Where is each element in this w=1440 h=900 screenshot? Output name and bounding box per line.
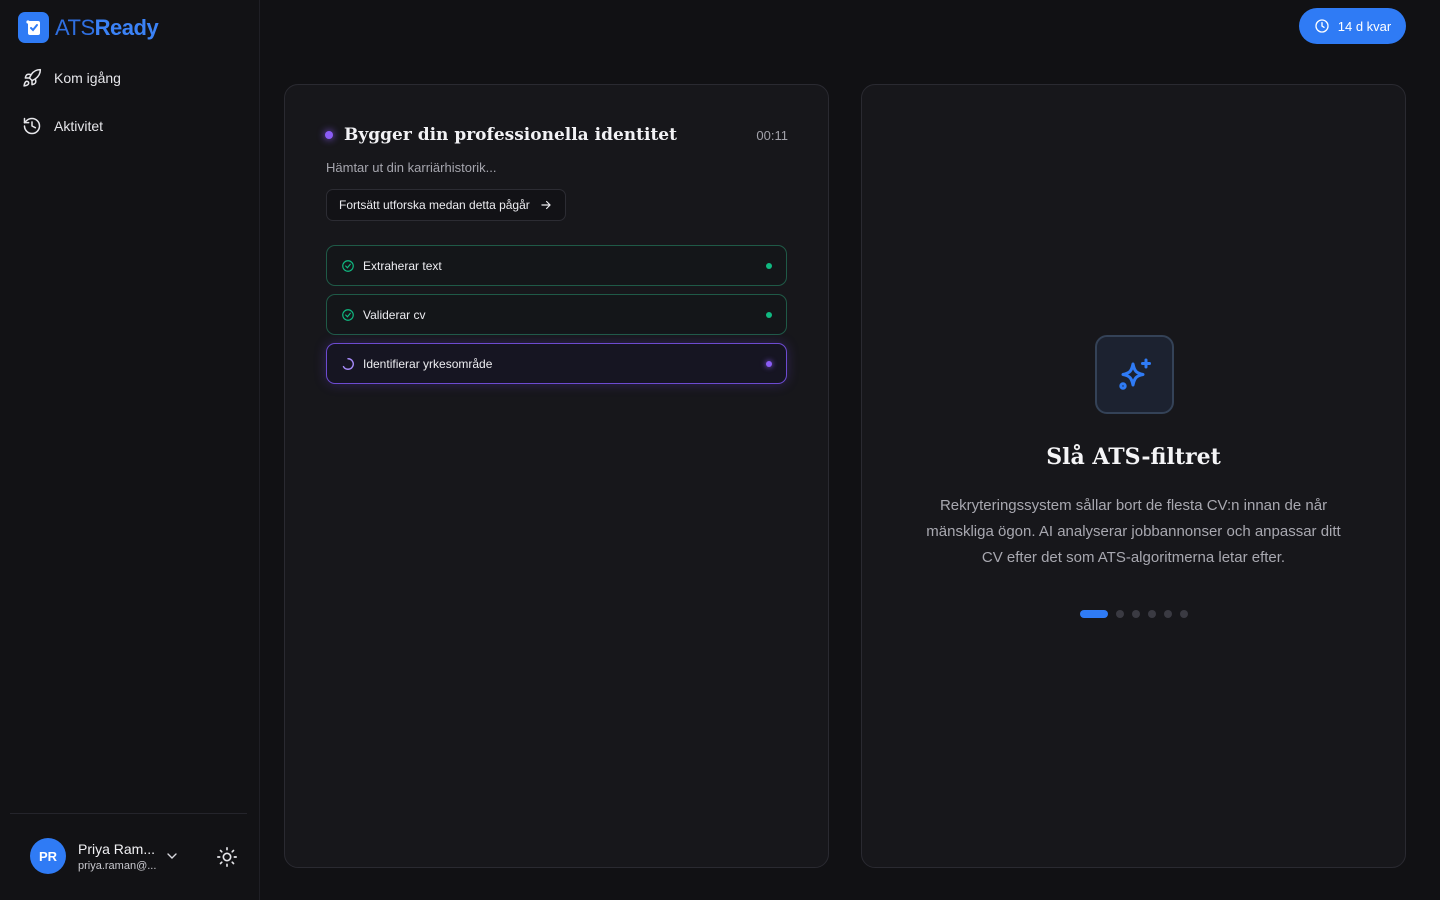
carousel-dot[interactable] xyxy=(1163,610,1172,618)
sidebar: ATSReady Kom igång Aktivitet PR Priya Ra… xyxy=(0,0,260,900)
step-status-dot xyxy=(766,262,772,269)
brand-logo[interactable]: ATSReady xyxy=(18,12,159,43)
carousel-dot[interactable] xyxy=(1131,610,1140,618)
processing-subtitle: Hämtar ut din karriärhistorik... xyxy=(326,160,497,175)
continue-exploring-label: Fortsätt utforska medan detta pågår xyxy=(339,198,530,212)
step-validate-cv: Validerar cv xyxy=(326,294,787,335)
step-status-dot xyxy=(766,311,772,318)
step-extract-text: Extraherar text xyxy=(326,245,787,286)
processing-card: Bygger din professionella identitet 00:1… xyxy=(284,84,829,868)
sidebar-item-label: Aktivitet xyxy=(54,118,104,134)
step-label: Validerar cv xyxy=(363,307,426,322)
spinner-icon xyxy=(342,357,354,370)
processing-steps: Extraherar text Validerar cv Identifiera… xyxy=(326,245,787,392)
continue-exploring-button[interactable]: Fortsätt utforska medan detta pågår xyxy=(326,189,566,221)
sidebar-item-aktivitet[interactable]: Aktivitet xyxy=(12,106,248,146)
sidebar-item-kom-igang[interactable]: Kom igång xyxy=(12,58,248,98)
step-status-dot xyxy=(766,360,772,367)
sidebar-nav: Kom igång Aktivitet xyxy=(12,58,248,154)
check-circle-icon xyxy=(342,259,354,272)
sparkles-icon xyxy=(1118,358,1151,390)
brand-name-part2: Ready xyxy=(94,14,159,40)
elapsed-timer: 00:11 xyxy=(756,127,788,143)
brand-name: ATSReady xyxy=(55,14,159,41)
user-info: Priya Ram... priya.raman@... xyxy=(78,841,156,872)
carousel-pagination xyxy=(862,610,1405,618)
sidebar-divider xyxy=(10,813,247,814)
rocket-icon xyxy=(23,68,42,87)
arrow-right-icon xyxy=(541,200,551,210)
user-menu[interactable]: PR Priya Ram... priya.raman@... xyxy=(30,838,240,874)
sidebar-item-label: Kom igång xyxy=(54,70,121,86)
check-circle-icon xyxy=(342,308,354,321)
step-label: Identifierar yrkesområde xyxy=(363,356,493,371)
processing-status-dot xyxy=(325,131,333,139)
trial-days-label: 14 d kvar xyxy=(1337,18,1392,34)
history-icon xyxy=(23,117,41,135)
carousel-dot[interactable] xyxy=(1147,610,1156,618)
carousel-dot[interactable] xyxy=(1179,610,1188,618)
user-email: priya.raman@... xyxy=(78,859,156,872)
carousel-dot[interactable] xyxy=(1079,610,1108,618)
carousel-dot[interactable] xyxy=(1115,610,1124,618)
logo-icon xyxy=(18,12,49,43)
feature-title: Slå ATS-filtret xyxy=(1046,444,1221,470)
sun-icon[interactable] xyxy=(216,846,238,868)
processing-title: Bygger din professionella identitet xyxy=(344,125,677,145)
avatar: PR xyxy=(30,838,66,874)
chevron-down-icon[interactable] xyxy=(164,848,180,864)
clock-icon xyxy=(1315,19,1329,33)
user-name: Priya Ram... xyxy=(78,840,156,857)
app-root: ATSReady Kom igång Aktivitet PR Priya Ra… xyxy=(0,0,1440,900)
feature-description: Rekryteringssystem sållar bort de flesta… xyxy=(926,497,1341,566)
brand-name-part1: ATS xyxy=(55,14,95,40)
feature-carousel-card: Slå ATS-filtret Rekryteringssystem sålla… xyxy=(861,84,1406,868)
step-label: Extraherar text xyxy=(363,258,442,273)
processing-header: Bygger din professionella identitet 00:1… xyxy=(325,125,788,145)
trial-days-button[interactable]: 14 d kvar xyxy=(1299,8,1406,44)
sparkles-icon-tile xyxy=(1095,335,1174,414)
step-identify-field: Identifierar yrkesområde xyxy=(326,343,787,384)
